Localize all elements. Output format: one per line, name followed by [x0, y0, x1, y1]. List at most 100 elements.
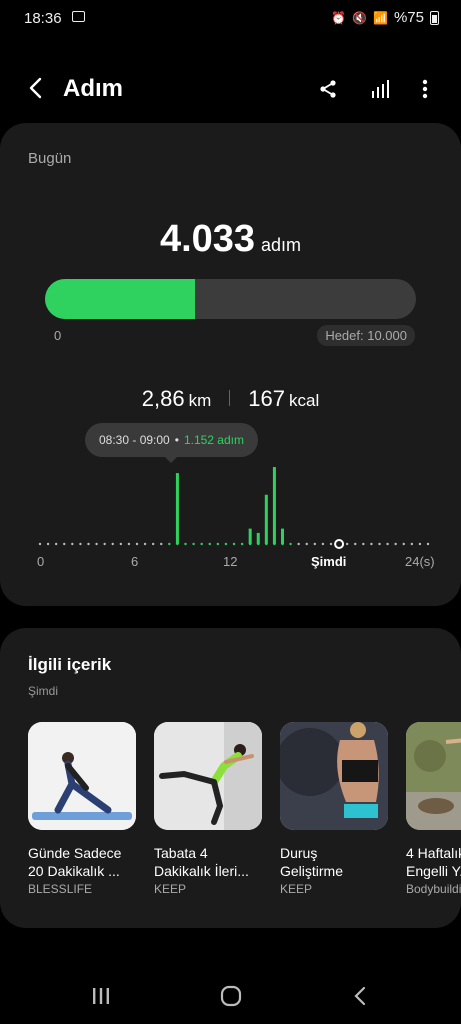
calories-value: 167 [248, 386, 285, 411]
chart-bar[interactable] [281, 528, 284, 544]
goal-badge: Hedef: 10.000 [317, 325, 415, 346]
workout-image [406, 722, 461, 830]
chart-baseline-dot [208, 542, 211, 546]
home-button[interactable] [211, 982, 251, 1010]
x-tick-0: 0 [37, 554, 45, 569]
chart-baseline-dot [321, 542, 325, 546]
distance-calories-row: 2,86 km 167 kcal [0, 386, 461, 412]
more-vertical-icon [422, 79, 428, 99]
chart-baseline-dot [87, 542, 90, 546]
status-time: 18:36 [24, 10, 62, 27]
page-title: Adım [63, 75, 123, 102]
goal-progress-fill [45, 279, 195, 319]
chart-baseline-dot [192, 542, 195, 546]
chart-baseline-dot [402, 542, 405, 546]
chart-baseline-dot [354, 542, 357, 546]
content-title-line1: Günde Sadece [28, 845, 122, 861]
chevron-left-icon [29, 77, 42, 99]
chart-x-axis: 0 6 12 Şimdi 24(s) [0, 554, 461, 574]
chart-baseline-dot [240, 542, 244, 546]
share-button[interactable] [313, 74, 343, 104]
chart-baseline-dot [305, 542, 308, 546]
chart-baseline-dot [168, 542, 171, 546]
chart-baseline-dot [46, 542, 50, 546]
battery-percent: %75 [393, 9, 424, 26]
related-content-title: İlgili içerik [28, 655, 112, 674]
chart-baseline-dot [54, 542, 58, 546]
chart-baseline-dot [418, 542, 422, 546]
back-icon [354, 986, 366, 1006]
chart-baseline-dot [378, 542, 381, 546]
workout-image [154, 722, 262, 830]
status-icons: ⏰ 🔇 📶 %75 [331, 9, 439, 26]
chart-baseline-dot [232, 542, 236, 546]
chart-baseline-dot [143, 542, 147, 546]
home-icon [220, 985, 242, 1007]
related-content-list[interactable]: Günde Sadece 20 Dakikalık ... BLESSLIFE … [28, 722, 461, 912]
distance-value: 2,86 [141, 386, 185, 411]
more-options-button[interactable] [410, 74, 440, 104]
chart-bar[interactable] [175, 473, 179, 544]
content-thumbnail [28, 722, 136, 830]
chart-bar[interactable] [248, 528, 252, 544]
chart-baseline-dot [160, 542, 163, 546]
content-item[interactable]: Duruş Geliştirme KEEP [280, 722, 388, 896]
content-thumbnail [154, 722, 262, 830]
related-content-subtitle: Şimdi [28, 684, 59, 698]
chart-baseline-dot [38, 542, 42, 546]
x-tick-12: 12 [223, 554, 238, 569]
chart-baseline-dot [216, 542, 220, 546]
chart-baseline-dot [184, 542, 187, 546]
chart-baseline-dot [135, 542, 139, 546]
workout-image [280, 722, 388, 830]
chart-baseline-dot [119, 542, 123, 546]
statistics-button[interactable] [365, 74, 395, 104]
x-tick-now: Şimdi [311, 554, 347, 569]
content-source: KEEP [280, 882, 313, 896]
calories-unit: kcal [288, 391, 320, 410]
chart-baseline-dot [394, 542, 397, 546]
app-bar: Adım [0, 62, 461, 116]
chart-baseline-dot [370, 542, 373, 546]
chart-baseline-dot [426, 542, 430, 546]
tooltip-steps: 1.152 adım [183, 433, 244, 447]
chart-baseline-dot [329, 542, 333, 546]
content-title-line1: Duruş [280, 845, 318, 861]
back-button[interactable] [22, 74, 48, 102]
content-title-line1: 4 Haftalık [406, 845, 461, 861]
step-count-value: 4.033 [159, 218, 256, 260]
alarm-icon: ⏰ [331, 10, 347, 25]
mute-icon: 🔇 [352, 10, 368, 25]
distance-unit: km [188, 391, 212, 410]
content-item[interactable]: 4 Haftalık Engelli Y... Bodybuilding [406, 722, 461, 896]
tooltip-time: 08:30 - 09:00 [99, 433, 170, 447]
content-title-line2: Geliştirme [280, 863, 344, 879]
content-item[interactable]: Tabata 4 Dakikalık İleri... KEEP [154, 722, 262, 896]
chart-bar[interactable] [256, 532, 260, 544]
wifi-icon: 📶 [373, 10, 388, 25]
workout-image [28, 722, 136, 830]
content-thumbnail [280, 722, 388, 830]
today-label: Bugün [28, 150, 72, 167]
recent-apps-button[interactable] [81, 982, 121, 1010]
chart-baseline-dot [200, 542, 203, 546]
chart-baseline-dot [95, 542, 98, 546]
system-navigation-bar [0, 968, 461, 1024]
back-nav-button[interactable] [340, 982, 380, 1010]
chart-bar[interactable] [272, 467, 276, 544]
content-title-line2: 20 Dakikalık ... [28, 863, 120, 879]
chart-baseline-dot [63, 542, 66, 546]
content-item[interactable]: Günde Sadece 20 Dakikalık ... BLESSLIFE [28, 722, 136, 896]
chart-baseline-dot [297, 542, 300, 546]
x-tick-24: 24(s) [405, 554, 435, 569]
bar-chart-icon [372, 80, 389, 98]
goal-progress-bar [45, 279, 416, 319]
chart-baseline-dot [289, 542, 292, 546]
battery-icon [430, 10, 439, 25]
chart-baseline-dot [410, 542, 414, 546]
chart-baseline-dot [345, 542, 349, 546]
chart-baseline-dot [71, 542, 74, 546]
content-source: Bodybuilding [406, 882, 461, 896]
tooltip-separator: • [174, 433, 179, 447]
chart-bar[interactable] [264, 494, 268, 544]
